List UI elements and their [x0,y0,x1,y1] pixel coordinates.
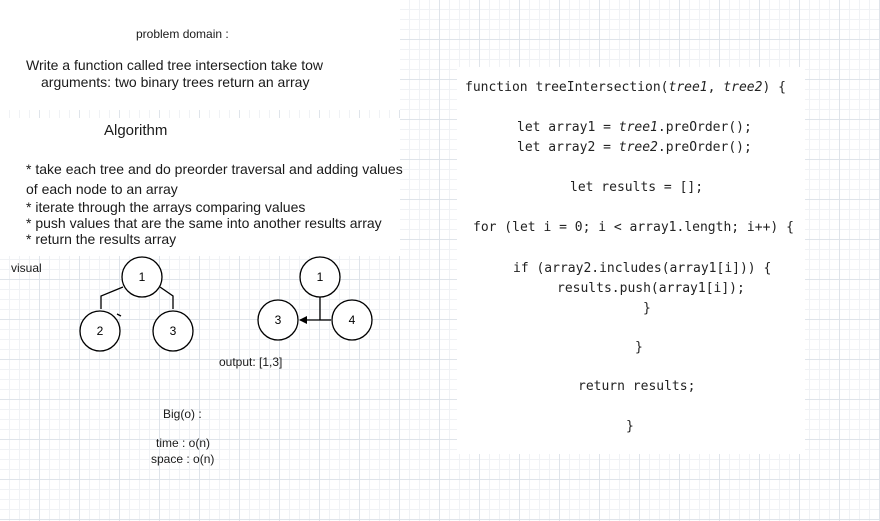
tree2-right-value: 4 [349,313,356,327]
tree1-right-value: 3 [170,324,177,338]
tree1-left-node: 2 [79,310,121,352]
code-line-results: let results = []; [570,180,704,195]
tree1-edge-right [159,286,174,309]
tree2-root-node: 1 [299,256,341,298]
code-line-for: for (let i = 0; i < array1.length; i++) … [473,220,794,235]
tree1-right-node: 3 [152,310,194,352]
tree2-root-value: 1 [317,270,324,284]
code-line-signature: function treeIntersection(tree1, tree2) … [465,80,786,95]
bigo-heading: Big(o) : [163,407,202,421]
tree1-edge-left [100,286,124,309]
tree1-root-node: 1 [121,256,163,298]
code-line-if: if (array2.includes(array1[i])) { [513,261,772,276]
tree1-left-value: 2 [97,324,104,338]
code-line-push: results.push(array1[i]); [557,281,745,296]
code-line-close-if: } [643,301,651,316]
bigo-space: space : o(n) [151,452,215,466]
code-line-close-fn: } [626,419,634,434]
code-line-return: return results; [578,379,696,394]
tree2-left-value: 3 [275,313,282,327]
tree1-edge-tick [116,313,122,317]
code-line-close-for: } [635,340,643,355]
code-line-array1: let array1 = tree1.preOrder(); [517,120,752,135]
code-line-array2: let array2 = tree2.preOrder(); [517,140,752,155]
tree2-right-node: 4 [331,299,373,341]
tree2-left-node: 3 [257,299,299,341]
bigo-time: time : o(n) [156,436,211,450]
tree1-root-value: 1 [139,270,146,284]
